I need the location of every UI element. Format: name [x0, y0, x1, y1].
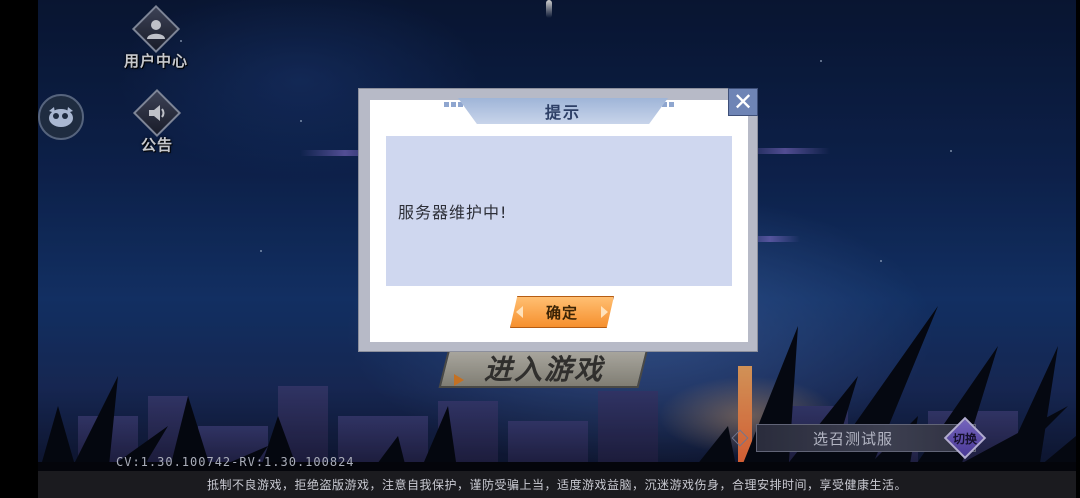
right-letterbox: [1076, 0, 1080, 498]
dialog-message: 服务器维护中!: [398, 203, 508, 222]
confirm-label: 确定: [545, 303, 578, 322]
arrow-right-icon: [601, 306, 608, 318]
game-background: 用户中心 公告 进入游戏 选召测试服 切换 CV:1.30.100742-RV:…: [0, 0, 1080, 498]
dialog-title: 提示: [544, 103, 581, 122]
left-letterbox: [0, 0, 38, 498]
health-notice-bar: 抵制不良游戏，拒绝盗版游戏，注意自我保护，谨防受骗上当，适度游戏益脑，沉迷游戏伤…: [38, 471, 1076, 498]
close-icon: ✕: [732, 88, 754, 116]
dialog-title-tab: 提示: [458, 98, 668, 124]
dialog-message-box: 服务器维护中!: [386, 136, 732, 286]
health-notice-text: 抵制不良游戏，拒绝盗版游戏，注意自我保护，谨防受骗上当，适度游戏益脑，沉迷游戏伤…: [206, 478, 907, 492]
arrow-left-icon: [516, 306, 523, 318]
close-button[interactable]: ✕: [728, 88, 758, 116]
confirm-button[interactable]: 确定: [510, 296, 614, 328]
